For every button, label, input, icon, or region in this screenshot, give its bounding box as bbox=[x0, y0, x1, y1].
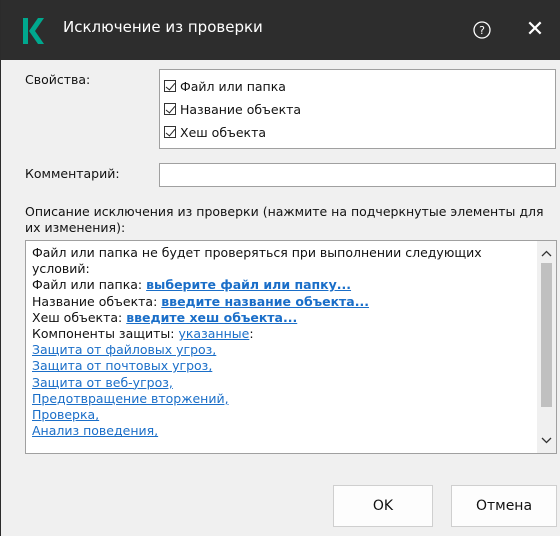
scroll-up-icon[interactable] bbox=[537, 247, 556, 261]
description-intro-cont: условий: bbox=[32, 261, 90, 277]
checkbox-checked-icon[interactable] bbox=[164, 103, 176, 115]
checkbox-label: Хеш объекта bbox=[180, 124, 267, 140]
component-link[interactable]: Защита от файловых угроз, bbox=[32, 342, 532, 358]
window-title: Исключение из проверки bbox=[63, 18, 263, 36]
component-link[interactable]: Защита от почтовых угроз, bbox=[32, 358, 532, 374]
component-link[interactable]: Защита от веб-угроз, bbox=[32, 375, 532, 391]
hash-condition-label: Хеш объекта: bbox=[32, 309, 127, 325]
checkbox-label: Название объекта bbox=[180, 101, 302, 117]
scroll-down-icon[interactable] bbox=[537, 433, 556, 447]
checkbox-checked-icon[interactable] bbox=[164, 80, 176, 92]
hash-condition-line: Хеш объекта: введите хеш объекта... bbox=[32, 310, 532, 326]
dialog-footer: OK Отмена bbox=[1, 455, 560, 536]
title-bar: Исключение из проверки ? ✕ bbox=[1, 0, 560, 60]
file-condition-line: Файл или папка: выберите файл или папку.… bbox=[32, 277, 532, 293]
exclusion-dialog: Исключение из проверки ? ✕ Свойства: Фай… bbox=[0, 0, 560, 536]
properties-label: Свойства: bbox=[25, 72, 91, 87]
component-link[interactable]: Проверка, bbox=[32, 407, 532, 423]
help-icon[interactable]: ? bbox=[469, 17, 495, 43]
svg-text:?: ? bbox=[479, 24, 485, 37]
comment-input[interactable] bbox=[159, 163, 556, 187]
kaspersky-logo-icon bbox=[23, 18, 44, 44]
components-label: Компоненты защиты: bbox=[32, 326, 179, 342]
close-icon[interactable]: ✕ bbox=[521, 17, 549, 45]
checkbox-file-or-folder[interactable]: Файл или папка bbox=[164, 76, 286, 96]
scrollbar-thumb[interactable] bbox=[541, 263, 552, 407]
components-line: Компоненты защиты: указанные: bbox=[32, 326, 532, 342]
description-text: Файл или папка не будет проверяться при … bbox=[32, 245, 532, 439]
description-box: Файл или папка не будет проверяться при … bbox=[25, 240, 557, 454]
checkbox-checked-icon[interactable] bbox=[164, 126, 176, 138]
name-condition-line: Название объекта: введите название объек… bbox=[32, 294, 532, 310]
select-file-link[interactable]: выберите файл или папку... bbox=[146, 277, 351, 292]
file-condition-label: Файл или папка: bbox=[32, 277, 147, 293]
components-suffix: : bbox=[249, 326, 254, 342]
ok-button[interactable]: OK bbox=[333, 485, 433, 527]
description-intro: Файл или папка не будет проверяться при … bbox=[32, 245, 482, 260]
vertical-scrollbar[interactable] bbox=[537, 241, 556, 453]
cancel-button[interactable]: Отмена bbox=[451, 485, 557, 527]
checkbox-label: Файл или папка bbox=[180, 78, 286, 94]
name-condition-label: Название объекта: bbox=[32, 293, 162, 309]
checkbox-object-name[interactable]: Название объекта bbox=[164, 99, 301, 119]
component-link[interactable]: Анализ поведения, bbox=[32, 423, 532, 439]
component-link[interactable]: Предотвращение вторжений, bbox=[32, 391, 532, 407]
checkbox-object-hash[interactable]: Хеш объекта bbox=[164, 122, 266, 142]
enter-name-link[interactable]: введите название объекта... bbox=[161, 294, 369, 309]
enter-hash-link[interactable]: введите хеш объекта... bbox=[126, 310, 297, 325]
components-link[interactable]: указанные bbox=[178, 326, 249, 341]
properties-list: Файл или папка Название объекта Хеш объе… bbox=[159, 69, 556, 149]
description-label: Описание исключения из проверки (нажмите… bbox=[25, 204, 544, 235]
comment-label: Комментарий: bbox=[25, 166, 120, 181]
